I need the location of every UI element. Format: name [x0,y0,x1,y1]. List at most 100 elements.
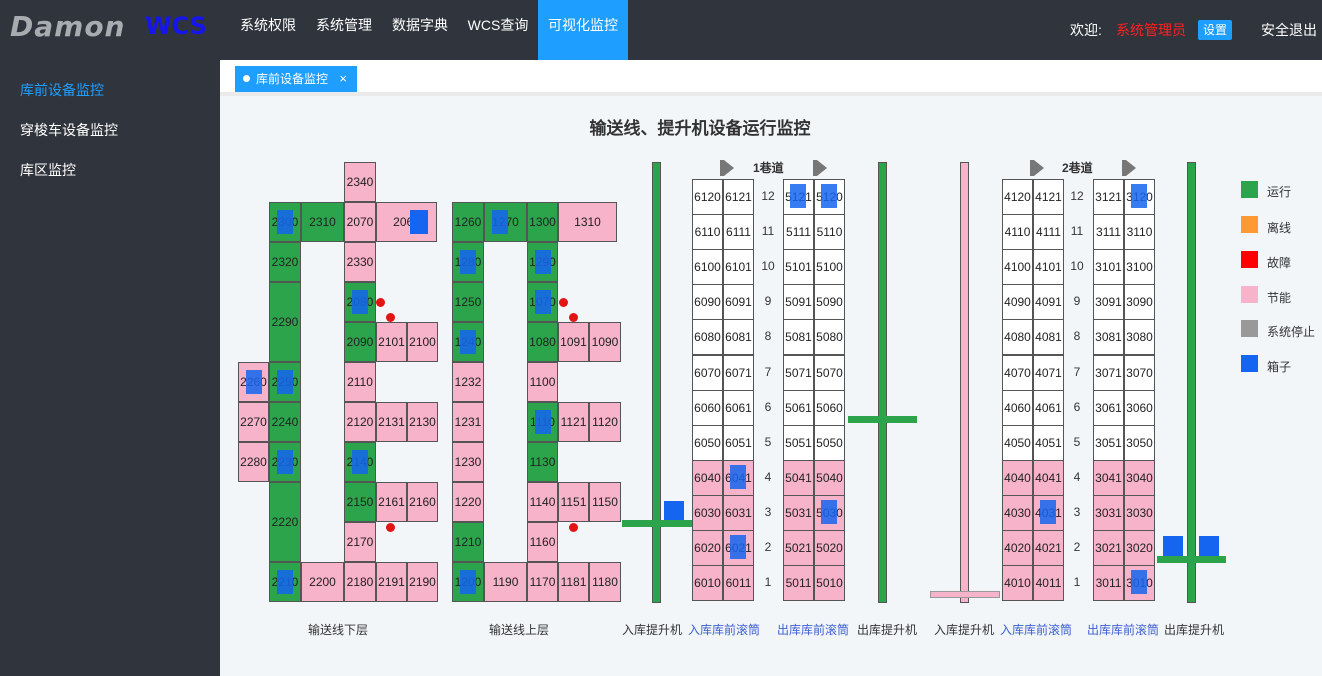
conveyor-cell[interactable]: 1180 [589,562,621,602]
conveyor-cell[interactable]: 2120 [344,402,376,442]
conveyor-cell[interactable]: 2200 [301,562,344,602]
rack-cell[interactable]: 3101 [1093,249,1124,286]
rack-cell[interactable]: 6090 [692,284,723,321]
rack-cell[interactable]: 5101 [783,249,814,286]
inbound-lift-column[interactable] [652,162,661,603]
rack-cell[interactable]: 4081 [1033,319,1064,356]
rack-cell[interactable]: 4120 [1002,179,1033,215]
tab-front-device-monitor[interactable]: 库前设备监控 × [235,66,357,92]
conveyor-cell[interactable]: 1121 [558,402,589,442]
close-icon[interactable]: × [339,66,347,92]
conveyor-cell[interactable]: 2161 [376,482,407,522]
conveyor-cell[interactable]: 1310 [558,202,617,242]
nav-item-permissions[interactable]: 系统权限 [230,0,306,60]
rack-cell[interactable]: 4090 [1002,284,1033,321]
rack-cell[interactable]: 4040 [1002,459,1033,496]
conveyor-cell[interactable]: 1190 [484,562,527,602]
conveyor-cell[interactable]: 1080 [527,322,558,362]
rack-cell[interactable]: 5050 [814,424,845,461]
nav-item-system-management[interactable]: 系统管理 [306,0,382,60]
conveyor-cell[interactable]: 2270 [238,402,269,442]
conveyor-cell[interactable]: 2320 [269,242,301,282]
rack-cell[interactable]: 5111 [783,214,814,251]
rack-cell[interactable]: 6010 [692,565,723,602]
nav-item-wcs-query[interactable]: WCS查询 [458,0,538,60]
rack-cell[interactable]: 5110 [814,214,845,251]
conveyor-cell[interactable]: 1100 [527,362,558,402]
conveyor-cell[interactable]: 2280 [238,442,269,482]
conveyor-cell[interactable]: 1260 [452,202,484,242]
conveyor-cell[interactable]: 1181 [558,562,589,602]
rack-cell[interactable]: 5021 [783,530,814,566]
rack-cell[interactable]: 3040 [1124,459,1155,496]
rack-cell[interactable]: 4030 [1002,494,1033,531]
logout-link[interactable]: 安全退出 [1261,20,1317,40]
rack-cell[interactable]: 6040 [692,459,723,496]
rack-cell[interactable]: 4100 [1002,249,1033,286]
rack-cell[interactable]: 3050 [1124,424,1155,461]
sidebar-item-shuttle-monitor[interactable]: 穿梭车设备监控 [20,120,118,140]
rack-cell[interactable]: 4111 [1033,214,1064,251]
rack-cell[interactable]: 4061 [1033,389,1064,426]
rack-cell[interactable]: 4050 [1002,424,1033,461]
rack-cell[interactable]: 6011 [723,565,754,602]
rack-cell[interactable]: 3060 [1124,389,1155,426]
conveyor-cell[interactable]: 2090 [344,322,376,362]
rack-cell[interactable]: 3121 [1093,179,1124,215]
rack-cell[interactable]: 6060 [692,389,723,426]
conveyor-cell[interactable]: 2310 [301,202,344,242]
conveyor-cell[interactable]: 1090 [589,322,621,362]
inbound-lift-column[interactable] [960,162,969,603]
rack-cell[interactable]: 3070 [1124,354,1155,391]
conveyor-cell[interactable]: 1220 [452,482,484,522]
rack-cell[interactable]: 6110 [692,214,723,251]
rack-cell[interactable]: 6030 [692,494,723,531]
rack-cell[interactable]: 5041 [783,459,814,496]
rack-cell[interactable]: 4011 [1033,565,1064,602]
conveyor-cell[interactable]: 1210 [452,522,484,562]
rack-cell[interactable]: 3071 [1093,354,1124,391]
rack-cell[interactable]: 5020 [814,530,845,566]
conveyor-cell[interactable]: 2330 [344,242,376,282]
conveyor-cell[interactable]: 1091 [558,322,589,362]
rack-cell[interactable]: 3111 [1093,214,1124,251]
rack-cell[interactable]: 4041 [1033,459,1064,496]
conveyor-cell[interactable]: 1250 [452,282,484,322]
rack-cell[interactable]: 6051 [723,424,754,461]
rack-cell[interactable]: 5090 [814,284,845,321]
rack-cell[interactable]: 3061 [1093,389,1124,426]
rack-cell[interactable]: 6081 [723,319,754,356]
rack-cell[interactable]: 5091 [783,284,814,321]
conveyor-cell[interactable]: 1232 [452,362,484,402]
rack-cell[interactable]: 4110 [1002,214,1033,251]
outbound-lift-column[interactable] [878,162,887,603]
sidebar-item-front-device-monitor[interactable]: 库前设备监控 [20,80,104,100]
rack-cell[interactable]: 3031 [1093,494,1124,531]
rack-cell[interactable]: 6091 [723,284,754,321]
conveyor-cell[interactable]: 2100 [407,322,438,362]
conveyor-cell[interactable]: 2220 [269,482,301,562]
rack-cell[interactable]: 4080 [1002,319,1033,356]
rack-cell[interactable]: 3090 [1124,284,1155,321]
rack-cell[interactable]: 4071 [1033,354,1064,391]
rack-cell[interactable]: 6020 [692,530,723,566]
rack-cell[interactable]: 3021 [1093,530,1124,566]
rack-cell[interactable]: 6071 [723,354,754,391]
rack-cell[interactable]: 3011 [1093,565,1124,602]
rack-cell[interactable]: 5051 [783,424,814,461]
conveyor-cell[interactable]: 2191 [376,562,407,602]
rack-cell[interactable]: 4051 [1033,424,1064,461]
conveyor-cell[interactable]: 1130 [527,442,558,482]
rack-cell[interactable]: 3051 [1093,424,1124,461]
rack-cell[interactable]: 3041 [1093,459,1124,496]
rack-cell[interactable]: 6120 [692,179,723,215]
rack-cell[interactable]: 5080 [814,319,845,356]
conveyor-cell[interactable]: 1151 [558,482,589,522]
conveyor-cell[interactable]: 2150 [344,482,376,522]
rack-cell[interactable]: 4091 [1033,284,1064,321]
rack-cell[interactable]: 3100 [1124,249,1155,286]
rack-cell[interactable]: 6061 [723,389,754,426]
conveyor-cell[interactable]: 2290 [269,282,301,362]
rack-cell[interactable]: 4101 [1033,249,1064,286]
rack-cell[interactable]: 6031 [723,494,754,531]
